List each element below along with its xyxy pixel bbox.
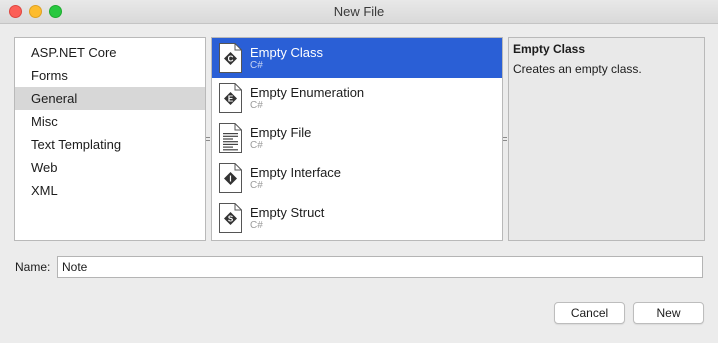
category-item[interactable]: Forms <box>15 64 205 87</box>
template-splitter-handle[interactable] <box>503 133 507 145</box>
description-panel: Empty Class Creates an empty class. <box>508 37 705 241</box>
enum-file-icon: E <box>219 83 242 113</box>
template-name: Empty Class <box>250 45 323 60</box>
category-item[interactable]: Text Templating <box>15 133 205 156</box>
template-name: Empty File <box>250 125 312 140</box>
template-list-panel: C Empty Class C# E Empty Enumeration C# Empty … <box>211 37 503 241</box>
template-language: C# <box>250 180 263 191</box>
template-item[interactable]: C Empty Class C# <box>212 38 502 78</box>
template-item[interactable]: E Empty Enumeration C# <box>212 78 502 118</box>
name-label: Name: <box>15 260 51 274</box>
new-button[interactable]: New <box>633 302 704 324</box>
template-icon-glyph: E <box>228 95 234 104</box>
new-file-dialog: New File ASP.NET Core Forms General Misc Tex… <box>0 0 718 343</box>
template-name: Empty Enumeration <box>250 85 365 100</box>
category-list-panel: ASP.NET Core Forms General Misc Text Templat… <box>14 37 206 241</box>
struct-file-icon: S <box>219 203 242 233</box>
category-splitter-handle[interactable] <box>206 133 210 145</box>
template-name: Empty Struct <box>250 205 325 220</box>
template-icon-glyph: C <box>228 55 234 64</box>
title-bar: New File <box>0 0 718 24</box>
category-item[interactable]: General <box>15 87 205 110</box>
cancel-button[interactable]: Cancel <box>554 302 625 324</box>
category-list: ASP.NET Core Forms General Misc Text Templat… <box>15 38 205 202</box>
template-item[interactable]: I Empty Interface C# <box>212 158 502 198</box>
template-icon-glyph: I <box>229 175 231 184</box>
description-text: Creates an empty class. <box>513 62 642 76</box>
template-name: Empty Interface <box>250 165 342 180</box>
template-item[interactable]: Empty File C# <box>212 118 502 158</box>
window-title: New File <box>333 4 385 19</box>
class-file-icon: C <box>219 43 242 73</box>
interface-file-icon: I <box>219 163 242 193</box>
category-item[interactable]: XML <box>15 179 205 202</box>
text-file-icon <box>219 123 242 153</box>
template-icon-glyph: S <box>228 215 234 224</box>
category-item[interactable]: Misc <box>15 110 205 133</box>
name-input[interactable] <box>57 256 703 278</box>
description-title: Empty Class <box>513 42 586 56</box>
template-language: C# <box>250 220 263 231</box>
template-list: C Empty Class C# E Empty Enumeration C# Empty … <box>212 38 502 238</box>
template-language: C# <box>250 140 263 151</box>
template-language: C# <box>250 100 263 111</box>
template-language: C# <box>250 60 263 71</box>
category-item[interactable]: Web <box>15 156 205 179</box>
template-item[interactable]: S Empty Struct C# <box>212 198 502 238</box>
category-item[interactable]: ASP.NET Core <box>15 41 205 64</box>
